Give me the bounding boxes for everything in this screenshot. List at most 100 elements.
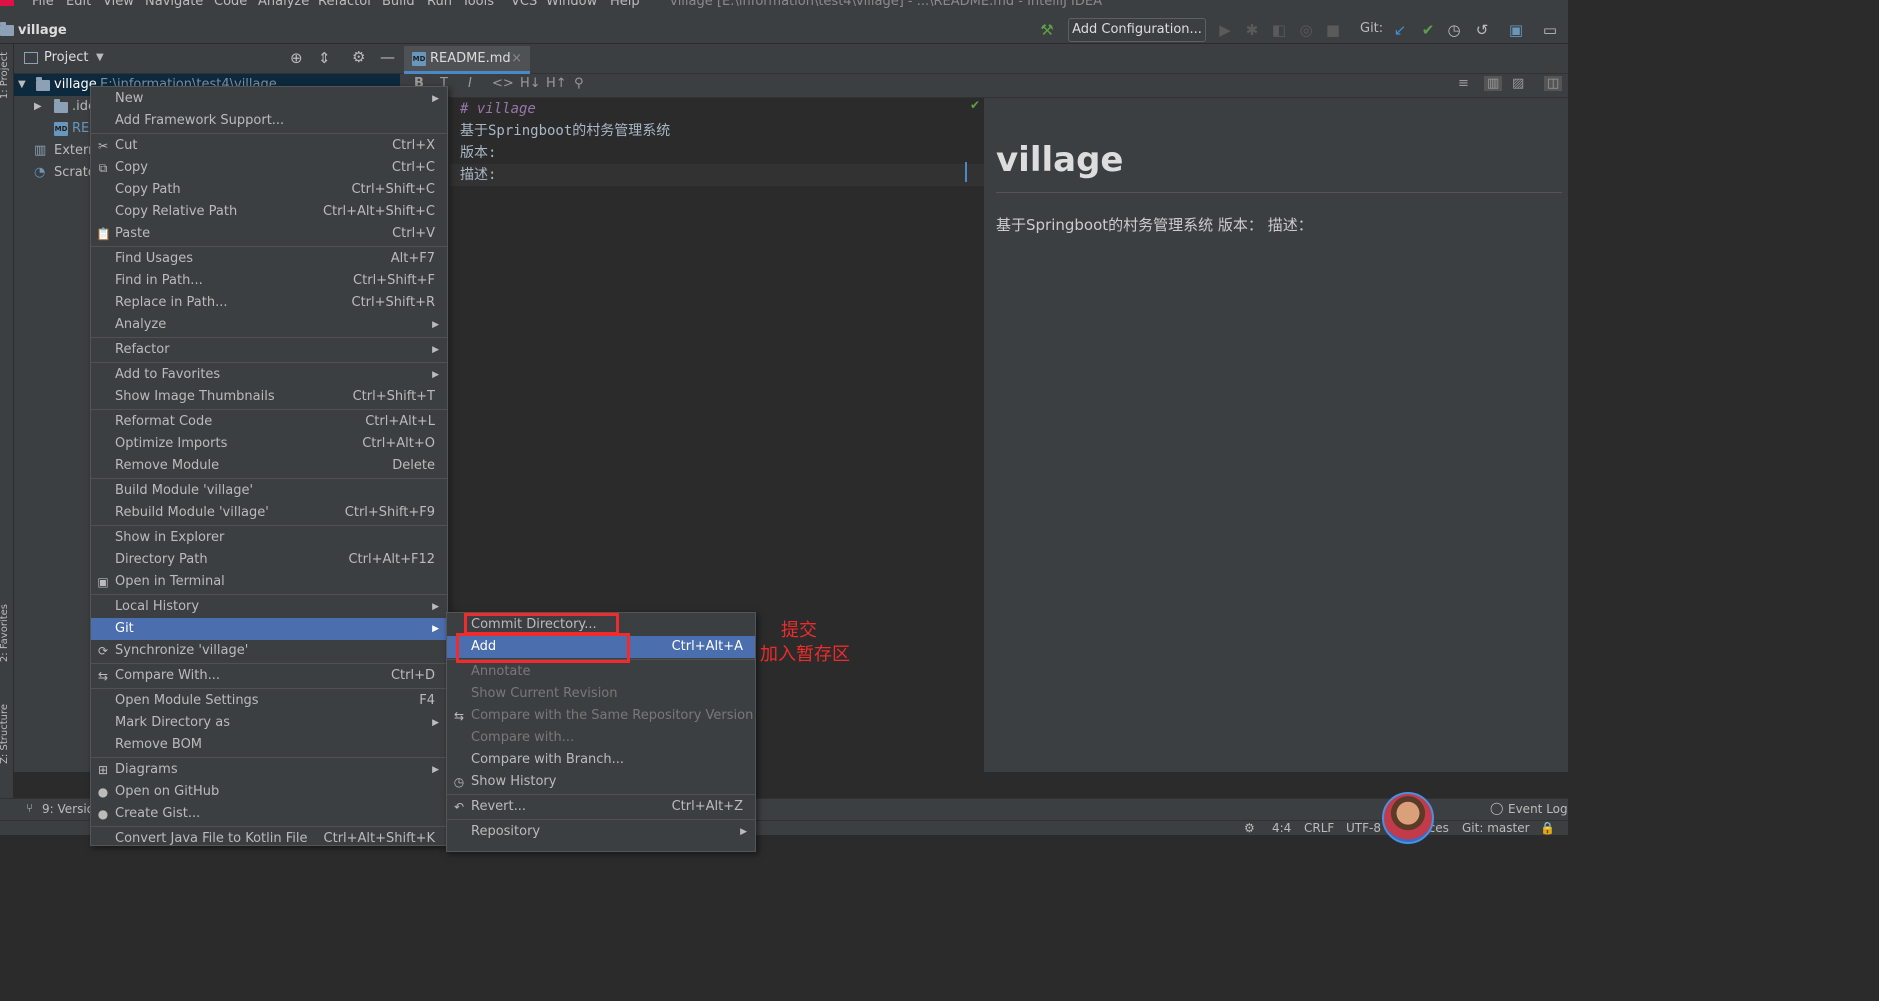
header-up-icon[interactable]: H↑: [546, 76, 567, 91]
stop-icon[interactable]: ■: [1323, 20, 1343, 40]
project-tool-tab[interactable]: 1: Project: [0, 52, 10, 99]
menu-item-new[interactable]: New ▶: [91, 88, 447, 110]
menu-edit[interactable]: Edit: [66, 0, 91, 9]
code-icon[interactable]: <>: [492, 76, 514, 91]
project-view-selector[interactable]: Project: [44, 50, 88, 65]
menu-item-revert[interactable]: ↶ Revert... Ctrl+Alt+Z: [447, 796, 755, 818]
menu-item-refactor[interactable]: Refactor ▶: [91, 339, 447, 361]
menu-help[interactable]: Help: [610, 0, 640, 9]
menu-item-mark-directory-as[interactable]: Mark Directory as ▶: [91, 712, 447, 734]
menu-item-find-in-path[interactable]: Find in Path... Ctrl+Shift+F: [91, 270, 447, 292]
menu-item-local-history[interactable]: Local History ▶: [91, 596, 447, 618]
menu-item-synchronize-village[interactable]: ⟳ Synchronize 'village': [91, 640, 447, 662]
menu-item-copy-relative-path[interactable]: Copy Relative Path Ctrl+Alt+Shift+C: [91, 201, 447, 223]
menu-item-reformat-code[interactable]: Reformat Code Ctrl+Alt+L: [91, 411, 447, 433]
tab-readme[interactable]: MD README.md ×: [404, 46, 530, 74]
menu-separator: [91, 594, 447, 595]
menu-item-show-history[interactable]: ◷ Show History: [447, 771, 755, 793]
menu-vcs[interactable]: VCS: [511, 0, 537, 9]
revert-icon: ↶: [453, 800, 465, 814]
chevron-right-icon[interactable]: ▶: [34, 96, 42, 118]
menu-run[interactable]: Run: [427, 0, 452, 9]
project-structure-icon[interactable]: ▣: [1506, 20, 1526, 40]
menu-refactor[interactable]: Refactor: [318, 0, 373, 9]
menu-item-label: Build Module 'village': [115, 483, 254, 498]
rollback-icon[interactable]: ↺: [1472, 20, 1492, 40]
line-separator[interactable]: CRLF: [1304, 821, 1334, 835]
editor-only-icon[interactable]: ≡: [1458, 76, 1469, 91]
menu-item-open-on-github[interactable]: ● Open on GitHub: [91, 781, 447, 803]
menu-item-copy[interactable]: ⧉ Copy Ctrl+C: [91, 157, 447, 179]
menu-item-find-usages[interactable]: Find Usages Alt+F7: [91, 248, 447, 270]
menu-item-label: Compare with...: [471, 730, 575, 745]
menu-navigate[interactable]: Navigate: [145, 0, 203, 9]
file-encoding[interactable]: UTF-8: [1346, 821, 1381, 835]
menu-item-optimize-imports[interactable]: Optimize Imports Ctrl+Alt+O: [91, 433, 447, 455]
profile-icon[interactable]: ◎: [1296, 20, 1316, 40]
menu-item-directory-path[interactable]: Directory Path Ctrl+Alt+F12: [91, 549, 447, 571]
menu-item-remove-bom[interactable]: Remove BOM: [91, 734, 447, 756]
git-branch[interactable]: Git: master: [1462, 821, 1530, 835]
history-icon[interactable]: ◷: [1444, 20, 1464, 40]
menu-item-cut[interactable]: ✂ Cut Ctrl+X: [91, 135, 447, 157]
menu-item-open-in-terminal[interactable]: ▣ Open in Terminal: [91, 571, 447, 593]
menu-item-paste[interactable]: 📋 Paste Ctrl+V: [91, 223, 447, 245]
lock-icon[interactable]: 🔒: [1540, 821, 1555, 835]
menu-item-create-gist[interactable]: ● Create Gist...: [91, 803, 447, 825]
markdown-file-icon: MD: [54, 122, 68, 136]
menu-item-diagrams[interactable]: ⊞ Diagrams ▶: [91, 759, 447, 781]
menu-code[interactable]: Code: [214, 0, 247, 9]
menu-item-shortcut: Ctrl+Shift+C: [351, 182, 435, 197]
debug-icon[interactable]: ✱: [1242, 20, 1262, 40]
presentation-icon[interactable]: ▭: [1540, 20, 1560, 40]
run-icon[interactable]: ▶: [1215, 20, 1235, 40]
locate-icon[interactable]: ⊕: [290, 49, 303, 67]
hide-panel-icon[interactable]: —: [380, 48, 395, 66]
menu-item-copy-path[interactable]: Copy Path Ctrl+Shift+C: [91, 179, 447, 201]
menu-item-open-module-settings[interactable]: Open Module Settings F4: [91, 690, 447, 712]
menu-item-build-module-village[interactable]: Build Module 'village': [91, 480, 447, 502]
menu-item-show-image-thumbnails[interactable]: Show Image Thumbnails Ctrl+Shift+T: [91, 386, 447, 408]
gear-icon[interactable]: ⚙: [352, 48, 365, 66]
sync-scroll-icon[interactable]: ◫: [1544, 76, 1563, 91]
menu-item-add-framework-support[interactable]: Add Framework Support...: [91, 110, 447, 132]
collapse-all-icon[interactable]: ⇕: [318, 49, 331, 67]
git-update-icon[interactable]: ↙: [1390, 20, 1410, 40]
menu-window[interactable]: Window: [546, 0, 597, 9]
caret-position[interactable]: 4:4: [1272, 821, 1291, 835]
structure-tool-tab[interactable]: Z: Structure: [0, 704, 10, 764]
menu-item-remove-module[interactable]: Remove Module Delete: [91, 455, 447, 477]
menu-item-compare-with[interactable]: ⇆ Compare With... Ctrl+D: [91, 665, 447, 687]
menu-build[interactable]: Build: [382, 0, 415, 9]
breadcrumb-village[interactable]: village: [18, 23, 67, 38]
menu-item-replace-in-path[interactable]: Replace in Path... Ctrl+Shift+R: [91, 292, 447, 314]
menu-item-repository[interactable]: Repository ▶: [447, 821, 755, 843]
link-icon[interactable]: ⚲: [574, 76, 584, 91]
menu-item-rebuild-module-village[interactable]: Rebuild Module 'village' Ctrl+Shift+F9: [91, 502, 447, 524]
header-down-icon[interactable]: H↓: [520, 76, 541, 91]
add-configuration-button[interactable]: Add Configuration...: [1068, 18, 1206, 42]
chevron-down-icon[interactable]: ▼: [96, 52, 104, 63]
menu-view[interactable]: View: [103, 0, 134, 9]
menu-item-analyze[interactable]: Analyze ▶: [91, 314, 447, 336]
preview-only-icon[interactable]: ▨: [1512, 76, 1524, 91]
menu-item-add-to-favorites[interactable]: Add to Favorites ▶: [91, 364, 447, 386]
inspection-ok-icon: ✔: [970, 98, 981, 112]
italic-icon[interactable]: I: [468, 76, 472, 91]
menu-item-compare-with-branch[interactable]: Compare with Branch...: [447, 749, 755, 771]
git-commit-icon[interactable]: ✔: [1418, 20, 1438, 40]
menu-item-convert-java-file-to-kotlin-file[interactable]: Convert Java File to Kotlin File Ctrl+Alt…: [91, 828, 447, 850]
menu-tools[interactable]: Tools: [462, 0, 494, 9]
menu-item-git[interactable]: Git ▶: [91, 618, 447, 640]
coverage-icon[interactable]: ◧: [1269, 20, 1289, 40]
menu-file[interactable]: File: [32, 0, 54, 9]
build-hammer-icon[interactable]: ⚒: [1037, 20, 1057, 40]
favorites-tool-tab[interactable]: 2: Favorites: [0, 604, 10, 662]
breadcrumb[interactable]: village: [0, 20, 67, 40]
event-log-tab[interactable]: Event Log: [1508, 802, 1568, 816]
split-view-icon[interactable]: ▥: [1484, 76, 1503, 91]
menu-analyze[interactable]: Analyze: [258, 0, 309, 9]
chevron-down-icon[interactable]: ▼: [18, 74, 26, 96]
close-icon[interactable]: ×: [511, 46, 522, 72]
menu-item-show-in-explorer[interactable]: Show in Explorer: [91, 527, 447, 549]
